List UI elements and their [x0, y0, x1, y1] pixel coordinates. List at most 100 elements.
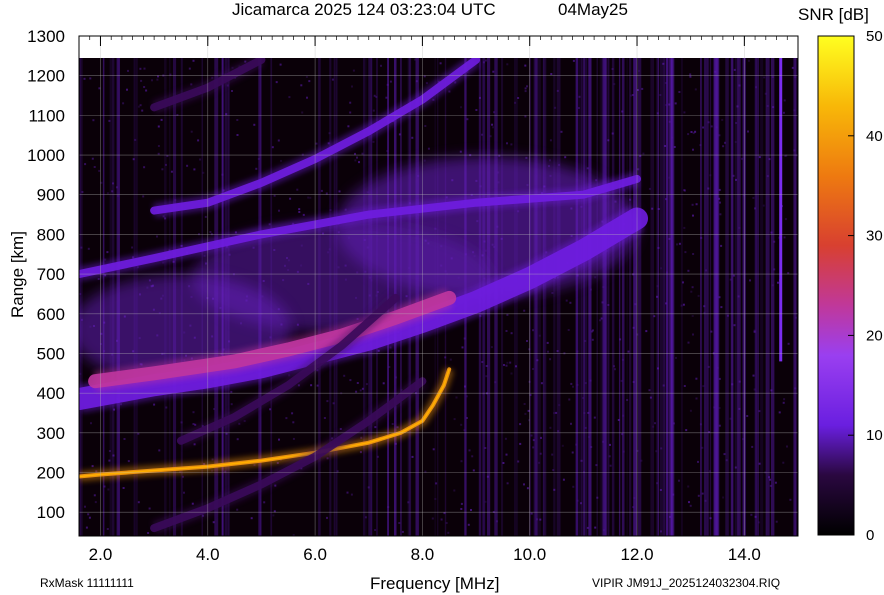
noise-speckle [142, 195, 145, 198]
noise-speckle [278, 438, 280, 441]
noise-speckle [770, 389, 773, 392]
noise-speckle [572, 59, 575, 62]
noise-speckle [758, 521, 760, 524]
noise-speckle [607, 139, 610, 142]
noise-speckle [769, 484, 772, 487]
noise-speckle [770, 231, 773, 234]
noise-speckle [697, 460, 699, 463]
noise-speckle [212, 521, 215, 524]
noise-speckle [460, 106, 462, 109]
interference-stripe [580, 58, 583, 536]
noise-speckle [590, 288, 592, 291]
noise-speckle [753, 330, 756, 333]
noise-speckle [394, 442, 397, 445]
noise-speckle [514, 101, 517, 104]
noise-speckle [549, 358, 552, 361]
noise-speckle [372, 140, 375, 143]
noise-speckle [361, 152, 364, 155]
noise-speckle [385, 96, 388, 99]
noise-speckle [391, 351, 394, 354]
noise-speckle [213, 408, 215, 410]
y-tick-label: 1100 [28, 106, 65, 125]
noise-speckle [576, 499, 579, 502]
noise-speckle [620, 379, 623, 382]
interference-stripe [553, 58, 556, 536]
noise-speckle [386, 83, 389, 86]
noise-speckle [710, 330, 713, 333]
noise-speckle [434, 498, 437, 500]
noise-speckle [558, 404, 561, 407]
noise-speckle [691, 286, 694, 289]
noise-speckle [188, 67, 191, 70]
noise-speckle [355, 390, 358, 393]
x-tick-label: 2.0 [89, 545, 113, 564]
noise-speckle [652, 425, 655, 428]
noise-speckle [414, 58, 416, 61]
noise-speckle [676, 243, 678, 246]
noise-speckle [192, 59, 195, 62]
noise-speckle [161, 168, 164, 171]
noise-speckle [104, 258, 107, 261]
noise-speckle [190, 130, 193, 133]
noise-speckle [720, 306, 723, 309]
interference-stripe [713, 58, 716, 536]
noise-speckle [648, 389, 651, 392]
noise-speckle [732, 274, 735, 277]
noise-speckle [778, 411, 781, 414]
noise-speckle [593, 416, 596, 419]
noise-speckle [356, 156, 358, 159]
noise-speckle [747, 59, 750, 62]
noise-speckle [614, 368, 616, 371]
noise-speckle [524, 115, 527, 118]
noise-speckle [492, 126, 494, 129]
noise-speckle [632, 326, 635, 329]
noise-speckle [92, 119, 95, 122]
noise-speckle [662, 62, 665, 65]
noise-speckle [103, 485, 106, 488]
noise-speckle [660, 267, 663, 270]
noise-speckle [471, 455, 474, 458]
noise-speckle [415, 80, 418, 83]
x-tick-label: 6.0 [303, 545, 327, 564]
noise-speckle [106, 192, 109, 195]
noise-speckle [668, 103, 671, 106]
noise-speckle [517, 460, 520, 463]
noise-speckle [772, 106, 775, 109]
noise-speckle [510, 143, 513, 146]
noise-speckle [709, 174, 712, 177]
interference-stripe [755, 58, 759, 536]
noise-speckle [682, 303, 685, 306]
noise-speckle [633, 497, 636, 499]
interference-stripe [626, 58, 629, 536]
noise-speckle [568, 398, 571, 401]
noise-speckle [782, 461, 785, 464]
noise-speckle [692, 214, 694, 217]
noise-speckle [685, 429, 688, 432]
noise-speckle [93, 494, 96, 497]
noise-speckle [472, 469, 475, 472]
noise-speckle [718, 407, 721, 409]
interference-stripe [601, 58, 606, 536]
interference-stripe [638, 58, 642, 536]
noise-speckle [733, 324, 736, 327]
noise-speckle [505, 453, 508, 456]
noise-speckle [641, 87, 644, 90]
noise-speckle [493, 111, 495, 114]
noise-speckle [551, 292, 554, 294]
noise-speckle [754, 207, 756, 210]
noise-speckle [407, 501, 410, 504]
noise-speckle [691, 203, 694, 206]
noise-speckle [722, 496, 725, 499]
noise-speckle [771, 284, 774, 287]
noise-speckle [463, 429, 466, 432]
noise-speckle [440, 518, 443, 521]
noise-speckle [552, 469, 555, 472]
noise-speckle [746, 415, 749, 417]
noise-speckle [396, 426, 399, 429]
noise-speckle [490, 346, 493, 349]
noise-speckle [683, 111, 686, 114]
noise-speckle [714, 70, 717, 73]
noise-speckle [713, 406, 716, 409]
noise-speckle [584, 426, 587, 429]
noise-speckle [583, 412, 586, 415]
